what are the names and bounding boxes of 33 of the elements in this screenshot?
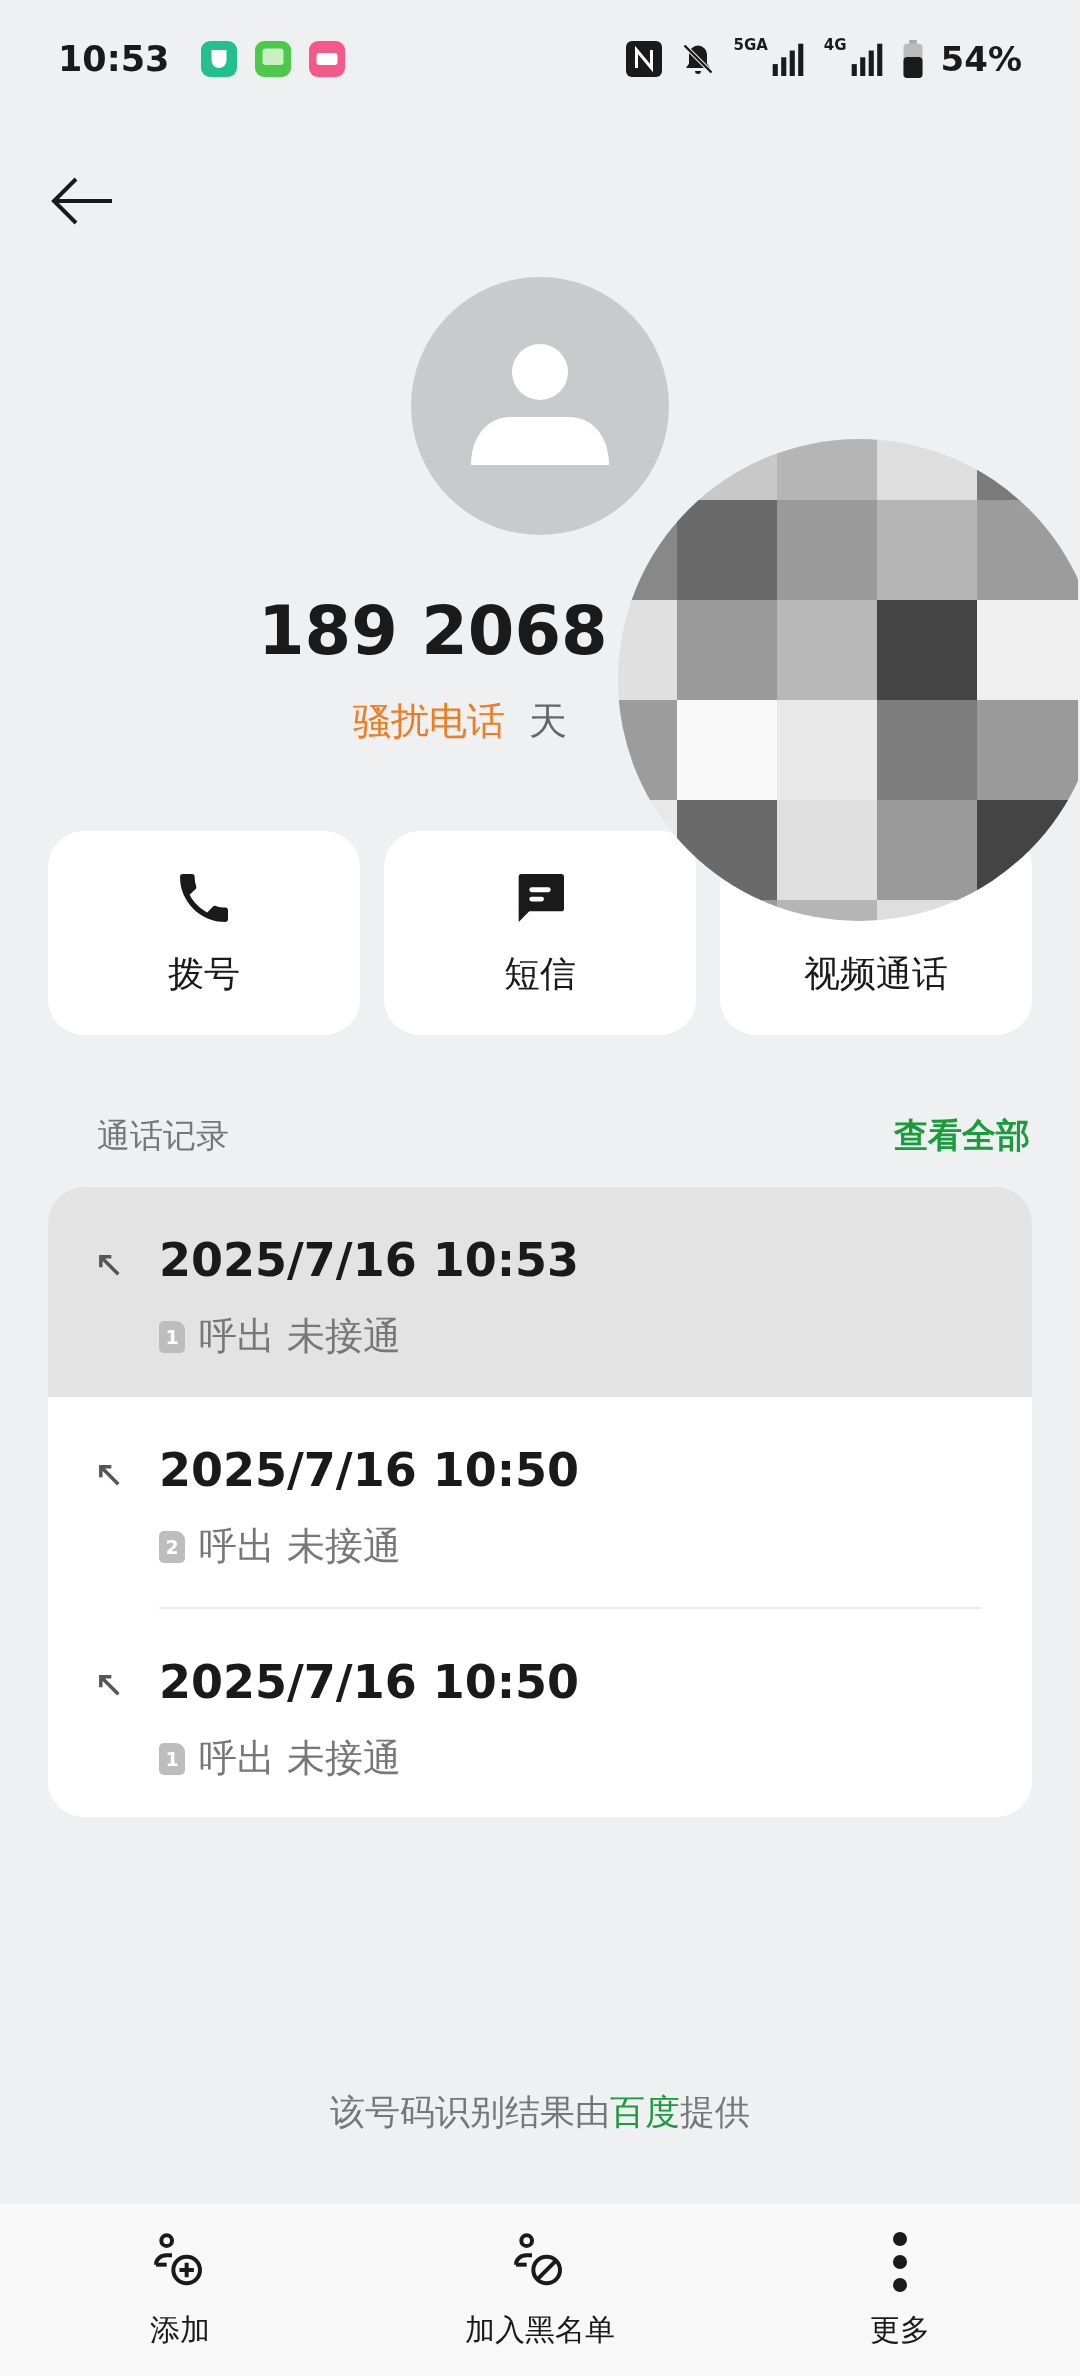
sim-badge: 1 bbox=[159, 1320, 185, 1353]
call-status: 呼出 未接通 bbox=[199, 1523, 402, 1570]
call-status: 呼出 未接通 bbox=[199, 1735, 402, 1782]
sim-badge: 2 bbox=[159, 1530, 185, 1563]
battery-icon bbox=[902, 40, 923, 78]
bottom-bar-button[interactable]: 添加 bbox=[0, 2204, 360, 2376]
action-button[interactable]: 拨号 bbox=[48, 831, 360, 1035]
action-button[interactable]: 短信 bbox=[384, 831, 696, 1035]
app-icon bbox=[201, 41, 238, 77]
video-app-icon bbox=[309, 41, 346, 77]
avatar-icon bbox=[411, 277, 669, 535]
call-time: 2025/7/16 10:50 bbox=[159, 1443, 580, 1497]
call-status: 呼出 未接通 bbox=[199, 1313, 402, 1360]
location-text: 天 bbox=[529, 698, 567, 745]
section-title: 通话记录 bbox=[97, 1114, 229, 1157]
call-time: 2025/7/16 10:50 bbox=[159, 1655, 580, 1709]
phone-number: 189 2068 bbox=[257, 592, 609, 670]
call-log-row[interactable]: 2025/7/16 10:53 1 呼出 未接通 bbox=[48, 1187, 1032, 1397]
battery-percent: 54% bbox=[940, 39, 1022, 79]
source-note: 该号码识别结果由百度提供 bbox=[329, 2091, 751, 2134]
network-label: 4G bbox=[823, 36, 847, 54]
call-time: 2025/7/16 10:53 bbox=[159, 1233, 580, 1287]
bottom-bar-button[interactable]: 更多 bbox=[720, 2204, 1080, 2376]
call-log-row[interactable]: 2025/7/16 10:50 1 呼出 未接通 bbox=[48, 1607, 1032, 1817]
nfc-icon bbox=[625, 40, 662, 78]
chat-app-icon bbox=[255, 41, 292, 77]
status-time: 10:53 bbox=[58, 39, 170, 79]
network-label: 5GA bbox=[733, 36, 768, 54]
sim-badge: 1 bbox=[159, 1742, 185, 1775]
bottom-bar-button[interactable]: 加入黑名单 bbox=[360, 2204, 720, 2376]
spam-tag: 骚扰电话 bbox=[353, 696, 505, 747]
back-icon[interactable] bbox=[50, 176, 114, 226]
more-icon bbox=[891, 2229, 909, 2294]
